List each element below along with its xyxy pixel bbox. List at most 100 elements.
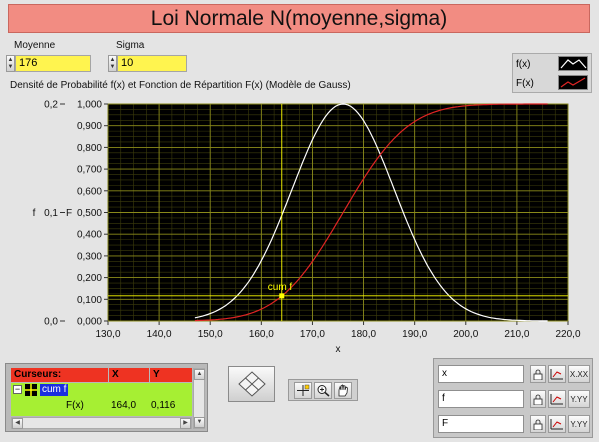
collapse-icon[interactable]: − (13, 385, 22, 394)
autoscale-icon (550, 369, 563, 380)
scroll-left-icon[interactable]: ◀ (12, 418, 23, 429)
autoscale-icon (550, 419, 563, 430)
cursor-horizontal-scrollbar[interactable]: ◀ ▶ (11, 417, 192, 429)
cursor-x-value[interactable]: 164,0 (111, 400, 136, 411)
moyenne-spinner[interactable]: ▲ ▼ (6, 55, 15, 72)
pan-tool-button[interactable] (334, 381, 352, 399)
hand-icon (338, 383, 348, 396)
normal-distribution-chart[interactable]: 130,0 140,0 150,0 160,0 170,0 180,0 190,0 200,0… (0, 92, 599, 362)
cursor-header-y: Y (150, 368, 192, 382)
format-x-button[interactable]: X.XX (568, 365, 590, 383)
scale-lock-button[interactable] (530, 415, 546, 433)
scale-row: x X.XX (438, 365, 590, 383)
moyenne-label: Moyenne (14, 40, 56, 51)
scroll-up-icon[interactable]: ▲ (194, 369, 205, 380)
scroll-down-icon[interactable]: ▼ (194, 417, 205, 428)
cursor-row-label: F(x) (66, 400, 84, 411)
line-style-swatch[interactable] (558, 56, 588, 71)
line-style-swatch[interactable] (558, 75, 588, 90)
y-left-tick-label: 0,2 (44, 100, 58, 111)
y-right-axis-label: F (66, 208, 72, 219)
y-right-tick-label: 0,200 (77, 273, 102, 284)
cursor-vertical-scrollbar[interactable]: ▲ ▼ (193, 368, 205, 429)
lock-icon (533, 394, 543, 405)
y-right-tick-label: 0,100 (77, 295, 102, 306)
x-tick-label: 160,0 (249, 329, 274, 340)
cursor-name[interactable]: cum f (40, 384, 69, 396)
y-left-tick-label: 0,1 (44, 208, 58, 219)
x-tick-label: 200,0 (453, 329, 478, 340)
moyenne-input[interactable]: 176 (15, 55, 91, 72)
plot-legend[interactable]: f(x) F(x) (512, 53, 592, 93)
cursor-list[interactable]: − cum f F(x) 164,0 0,116 (11, 383, 192, 416)
scale-legend[interactable]: x X.XX f Y.YY F Y.YY (433, 358, 593, 438)
cursor-style-icon[interactable] (25, 384, 37, 396)
scale-lock-button[interactable] (530, 365, 546, 383)
x-tick-label: 210,0 (504, 329, 529, 340)
y-right-tick-label: 0,900 (77, 121, 102, 132)
sigma-label: Sigma (116, 40, 145, 51)
y-right-tick-label: 0,800 (77, 143, 102, 154)
spin-up-icon[interactable]: ▲ (8, 57, 14, 64)
plot-legend-item[interactable]: F(x) (516, 75, 534, 92)
diamond-arrows-icon (237, 371, 266, 397)
cursor-header-x: X (109, 368, 149, 382)
autoscale-y-button[interactable] (548, 390, 566, 408)
y-right-tick-label: 1,000 (77, 100, 102, 111)
y-right-tick-label: 0,700 (77, 165, 102, 176)
scale-row: f Y.YY (438, 390, 590, 408)
sigma-control[interactable]: ▲ ▼ 10 (108, 55, 187, 72)
scale-name-f[interactable]: f (438, 390, 524, 408)
sigma-spinner[interactable]: ▲ ▼ (108, 55, 117, 72)
x-tick-label: 150,0 (198, 329, 223, 340)
line-sample-icon (560, 77, 586, 88)
autoscale-x-button[interactable] (548, 365, 566, 383)
lock-icon (533, 369, 543, 380)
line-sample-icon (560, 59, 587, 69)
plot-legend-name: F(x) (516, 78, 534, 89)
spin-down-icon[interactable]: ▼ (110, 64, 116, 71)
y-left-axis-label: f (33, 208, 36, 219)
cursor-legend[interactable]: Curseurs: X Y − cum f F(x) 164,0 0,116 ▲… (5, 363, 208, 432)
cursor-header-name: Curseurs: (11, 368, 108, 382)
y-left-tick-label: 0,0 (44, 317, 58, 328)
window-title: Loi Normale N(moyenne,sigma) (8, 4, 590, 33)
window-title-text: Loi Normale N(moyenne,sigma) (150, 6, 448, 30)
x-tick-label: 220,0 (555, 329, 580, 340)
sigma-input[interactable]: 10 (117, 55, 187, 72)
graph-caption: Densité de Probabilité f(x) et Fonction … (10, 80, 351, 91)
y-right-tick-label: 0,500 (77, 208, 102, 219)
graph-palette[interactable] (288, 379, 358, 401)
x-axis-label: x (336, 344, 341, 355)
plot-legend-item[interactable]: f(x) (516, 56, 530, 73)
scale-lock-button[interactable] (530, 390, 546, 408)
y-right-tick-label: 0,000 (77, 317, 102, 328)
autoscale-F-button[interactable] (548, 415, 566, 433)
moyenne-control[interactable]: ▲ ▼ 176 (6, 55, 91, 72)
cursor-y-value[interactable]: 0,116 (151, 400, 175, 411)
scroll-right-icon[interactable]: ▶ (180, 418, 191, 429)
y-right-tick-label: 0,600 (77, 186, 102, 197)
format-F-button[interactable]: Y.YY (568, 415, 590, 433)
zoom-tool-button[interactable] (314, 381, 332, 399)
y-right-tick-label: 0,300 (77, 251, 102, 262)
scale-name-x[interactable]: x (438, 365, 524, 383)
x-tick-label: 130,0 (95, 329, 120, 340)
crosshair-icon (297, 384, 310, 396)
y-right-tick-label: 0,400 (77, 230, 102, 241)
scale-name-F[interactable]: F (438, 415, 524, 433)
format-f-button[interactable]: Y.YY (568, 390, 590, 408)
lock-icon (533, 419, 543, 430)
cursor-movement-control[interactable] (228, 366, 275, 402)
crosshair-tool-button[interactable] (294, 381, 312, 399)
scale-row: F Y.YY (438, 415, 590, 433)
autoscale-icon (550, 394, 563, 405)
spin-up-icon[interactable]: ▲ (110, 57, 116, 64)
spin-down-icon[interactable]: ▼ (8, 64, 14, 71)
x-tick-label: 190,0 (402, 329, 427, 340)
x-tick-label: 170,0 (300, 329, 325, 340)
zoom-icon (317, 384, 330, 397)
plot-legend-name: f(x) (516, 59, 531, 70)
cursor-label: cum f (268, 282, 293, 293)
x-tick-label: 140,0 (147, 329, 172, 340)
